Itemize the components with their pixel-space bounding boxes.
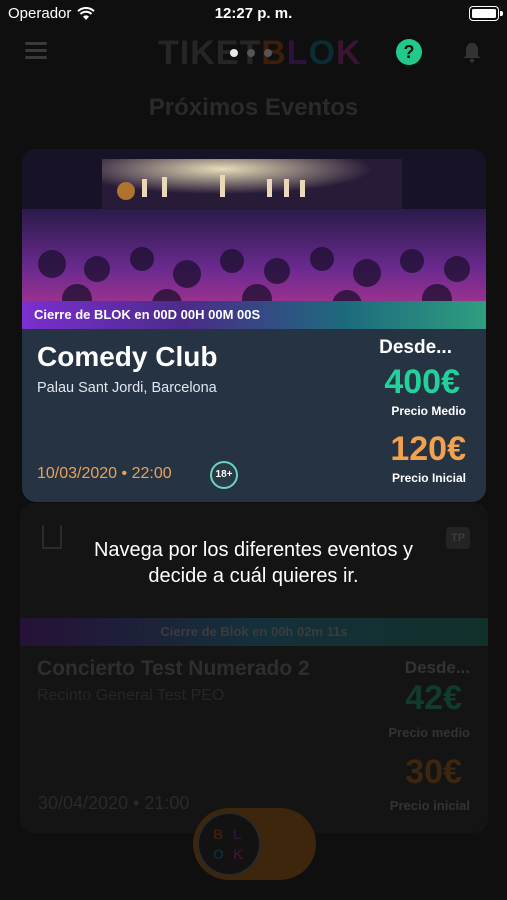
price-medio: 400€ (384, 363, 460, 401)
event-datetime: 30/04/2020 • 21:00 (38, 793, 190, 813)
help-icon[interactable]: ? (396, 39, 422, 65)
bell-icon[interactable] (462, 41, 482, 63)
blok-letter: B (213, 826, 224, 842)
price-inicial: 120€ (390, 430, 466, 468)
age-restriction-badge: 18+ (210, 461, 238, 489)
tutorial-tooltip: Navega por los diferentes eventos y deci… (0, 537, 507, 589)
countdown-label: Cierre de BLOK en 00D 00H 00M 00S (34, 307, 261, 322)
screen: Operador 12:27 p. m. TIKETBLOK ? Próximo… (0, 0, 507, 900)
menu-icon[interactable] (25, 42, 47, 60)
blok-letter: K (233, 846, 244, 862)
section-title: Próximos Eventos (148, 94, 359, 121)
blok-toggle-knob[interactable]: B L O K (197, 812, 261, 876)
battery-icon (469, 6, 503, 21)
page-dot (247, 49, 255, 57)
event-venue: Recinto General Test PEO (37, 687, 225, 704)
status-time: 12:27 p. m. (214, 5, 293, 22)
event-details: Comedy Club Palau Sant Jordi, Barcelona … (22, 331, 486, 502)
event-name: Comedy Club (37, 341, 218, 372)
price-inicial-label: Precio inicial (389, 798, 470, 813)
event-image: Cierre de BLOK en 00D 00H 00M 00S (22, 149, 486, 329)
page-dot-active (230, 49, 238, 57)
price-medio-label: Precio Medio (391, 404, 466, 418)
event-venue: Palau Sant Jordi, Barcelona (37, 380, 217, 396)
price-inicial: 30€ (405, 753, 462, 791)
price-inicial-label: Precio Inicial (391, 471, 466, 485)
event-datetime: 10/03/2020 • 22:00 (37, 465, 172, 482)
blok-toggle[interactable]: B L O K (193, 808, 316, 880)
event-name: Concierto Test Numerado 2 (37, 657, 310, 680)
price-medio: 42€ (405, 679, 462, 717)
status-bar: Operador 12:27 p. m. (0, 0, 507, 28)
blok-letter: L (233, 826, 242, 842)
top-header: TIKETBLOK ? (0, 30, 507, 76)
from-label: Desde... (379, 337, 452, 358)
countdown-banner: Cierre de BLOK en 00D 00H 00M 00S (22, 301, 486, 329)
countdown-banner: Cierre de Blok en 00h 02m 11s (20, 618, 488, 646)
tooltip-line: Navega por los diferentes eventos y (93, 539, 414, 561)
blok-letter: O (213, 846, 224, 862)
price-medio-label: Precio medio (388, 725, 470, 740)
from-label: Desde... (404, 658, 470, 677)
featured-event-card[interactable]: Cierre de BLOK en 00D 00H 00M 00S Comedy… (22, 149, 486, 502)
page-indicator (230, 49, 272, 57)
tooltip-line: decide a cuál quieres ir. (148, 565, 359, 587)
page-dot (264, 49, 272, 57)
